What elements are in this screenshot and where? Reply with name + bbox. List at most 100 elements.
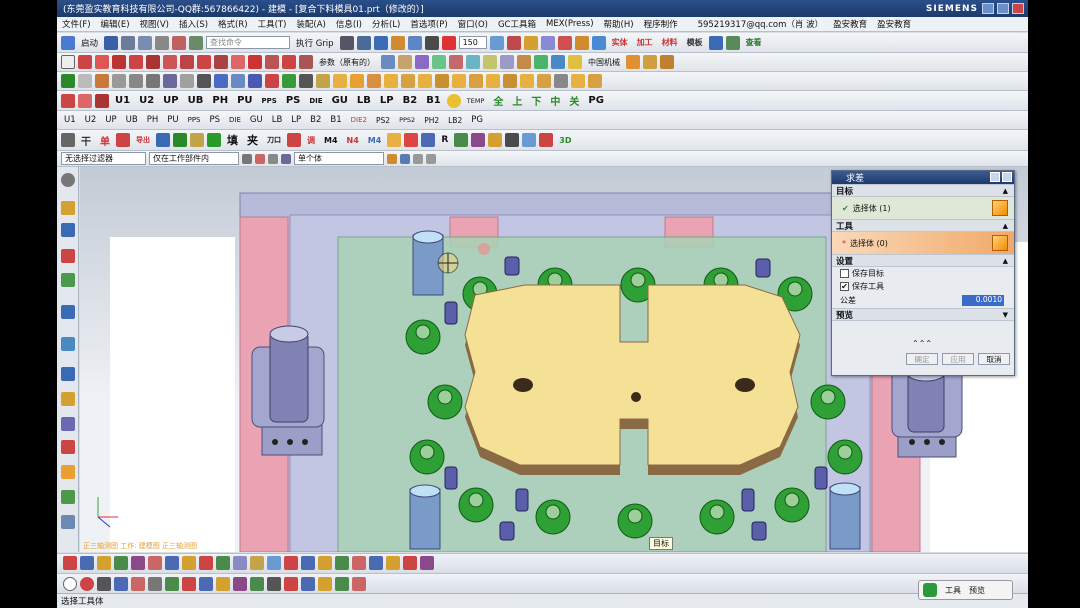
extra-label-5[interactable]: 查看 — [743, 37, 765, 48]
menu-view[interactable]: 视图(V) — [135, 18, 174, 30]
snap-point-icon[interactable] — [426, 153, 436, 164]
layer-set-icon[interactable] — [471, 133, 486, 147]
collapse-tool-icon[interactable]: ▲ — [1003, 222, 1008, 230]
start-button[interactable]: 启动 — [78, 37, 101, 49]
block-icon-15[interactable] — [571, 74, 585, 88]
spline-icon[interactable] — [129, 55, 143, 69]
comp-btn-3[interactable]: 导出 — [133, 135, 153, 145]
arc-icon[interactable] — [95, 55, 109, 69]
bottom2-wave-icon[interactable] — [250, 576, 264, 591]
edit-icon[interactable] — [421, 133, 436, 147]
ok-button[interactable]: 确定 — [906, 353, 938, 365]
block-icon-10[interactable] — [486, 74, 500, 88]
fillet-icon[interactable] — [197, 55, 211, 69]
check-icon[interactable] — [173, 133, 187, 147]
pattern-icon[interactable] — [591, 35, 606, 50]
plate-btn-pps[interactable]: PPS — [259, 97, 280, 105]
extend-icon[interactable] — [180, 55, 194, 69]
punch-icon[interactable] — [231, 74, 245, 88]
badge-tool-label[interactable]: 工具 — [945, 585, 961, 596]
menu-help[interactable]: 帮助(H) — [599, 18, 639, 30]
bottom2-tangent-icon[interactable] — [148, 576, 162, 591]
menu-mex-press[interactable]: MEX(Press) — [541, 19, 599, 29]
menu-tools[interactable]: 工具(T) — [253, 18, 292, 30]
pocket-icon[interactable] — [449, 55, 463, 69]
plate-btn-u2[interactable]: U2 — [136, 95, 157, 106]
copy-icon[interactable] — [155, 35, 170, 50]
block-icon-11[interactable] — [503, 74, 517, 88]
circle-icon[interactable] — [112, 55, 126, 69]
settings-section[interactable]: 设置 ▲ — [832, 254, 1014, 267]
tolerance-input[interactable]: 0.0010 — [962, 295, 1004, 306]
extra-label-4[interactable]: 模板 — [684, 37, 706, 48]
bottom2-arc-icon[interactable] — [114, 576, 128, 591]
rectangle-icon[interactable] — [61, 55, 75, 69]
block-icon-4[interactable] — [384, 74, 398, 88]
cube-view-icon[interactable] — [373, 35, 388, 50]
plate2-btn-ub[interactable]: UB — [123, 115, 141, 125]
plate-btn-mid-cn[interactable]: 中 — [547, 93, 563, 108]
mirror-icon[interactable] — [574, 35, 589, 50]
plate2-btn-die2[interactable]: DIE2 — [348, 116, 370, 124]
layer-icon[interactable] — [356, 35, 371, 50]
menu-preferences[interactable]: 首选项(P) — [405, 18, 452, 30]
thread-icon[interactable] — [568, 55, 582, 69]
plate2-btn-pps[interactable]: PPS — [185, 116, 204, 124]
plate2-btn-b1[interactable]: B1 — [327, 115, 344, 125]
rotate-icon[interactable] — [557, 35, 572, 50]
keep-target-checkbox[interactable] — [840, 269, 849, 278]
type-select[interactable]: 单个体 — [294, 152, 384, 165]
extra-label-1[interactable]: 实体 — [609, 37, 631, 48]
revolve-icon[interactable] — [398, 55, 412, 69]
hole-icon[interactable] — [415, 55, 429, 69]
menu-file[interactable]: 文件(F) — [57, 18, 96, 30]
project-icon[interactable] — [231, 55, 245, 69]
web-browser-icon[interactable] — [61, 305, 75, 319]
plate-btn-die[interactable]: DIE — [306, 97, 325, 105]
draft-icon[interactable] — [534, 55, 548, 69]
history-icon[interactable] — [61, 337, 75, 351]
block-icon-14[interactable] — [554, 74, 568, 88]
plate-btn-b2[interactable]: B2 — [400, 95, 421, 106]
plate-btn-down-cn[interactable]: 下 — [528, 93, 544, 108]
extrude-icon[interactable] — [381, 55, 395, 69]
params-label[interactable]: 参数（原有的） — [316, 57, 378, 68]
constraint-icon[interactable] — [248, 55, 262, 69]
snap-center-icon[interactable] — [413, 153, 423, 164]
plate2-btn-die[interactable]: DIE — [226, 116, 244, 124]
bottom-curve-icon-5[interactable] — [403, 556, 417, 570]
bottom-curve-icon-4[interactable] — [386, 556, 400, 570]
move-icon[interactable] — [540, 35, 555, 50]
plate-btn-ph[interactable]: PH — [209, 95, 231, 106]
analysis-icon[interactable] — [523, 35, 538, 50]
cut-icon[interactable] — [116, 133, 130, 147]
filter-select[interactable]: 无选择过滤器 — [61, 152, 146, 165]
color-label[interactable]: 中国机械 — [585, 57, 623, 68]
hammer-icon[interactable] — [95, 74, 109, 88]
screw-icon[interactable] — [299, 74, 313, 88]
measure-distance-icon[interactable] — [387, 133, 402, 147]
bottom2-paste-icon[interactable] — [318, 576, 332, 591]
plate-btn-up[interactable]: UP — [160, 95, 181, 106]
undo-icon[interactable] — [121, 35, 136, 50]
orange-block-icon[interactable] — [488, 133, 503, 147]
settings-icon[interactable] — [61, 173, 75, 187]
shell-icon[interactable] — [517, 55, 531, 69]
split-icon[interactable] — [287, 133, 301, 147]
trim-icon[interactable] — [163, 55, 177, 69]
bottom-trim-icon[interactable] — [199, 556, 213, 570]
menu-assembly[interactable]: 装配(A) — [291, 18, 330, 30]
die-icon[interactable] — [248, 74, 262, 88]
minimize-icon[interactable] — [982, 3, 994, 14]
bottom-extend-icon[interactable] — [216, 556, 230, 570]
bottom2-fit-icon[interactable] — [233, 576, 247, 591]
block-icon-13[interactable] — [537, 74, 551, 88]
display-mode-icon[interactable] — [424, 35, 439, 50]
menu-analysis[interactable]: 分析(L) — [367, 18, 405, 30]
bottom-plane-icon[interactable] — [131, 556, 145, 570]
bottom-point-icon[interactable] — [114, 556, 128, 570]
bottom2-delete-icon[interactable] — [284, 576, 298, 591]
plate2-btn-ps[interactable]: PS — [206, 115, 223, 125]
comp-btn-1[interactable]: 干 — [78, 133, 94, 148]
spring-icon[interactable] — [282, 74, 296, 88]
